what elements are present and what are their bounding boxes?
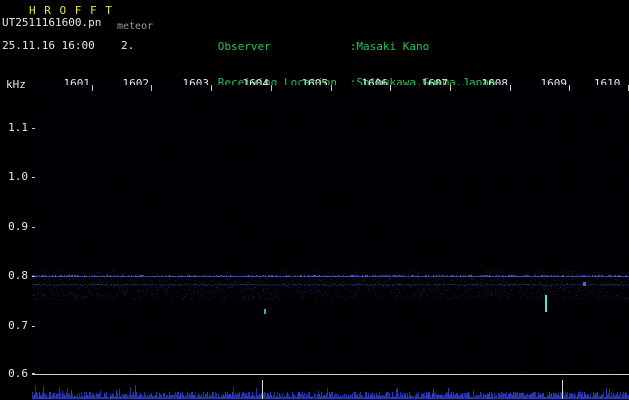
info-value: :Masaki Kano: [349, 40, 430, 53]
filename-label: UT2511161600.pn: [2, 16, 102, 29]
y-tick-label: 0.7: [8, 319, 28, 332]
info-row-location: Receiving Location:Shibukawa,Gunma,Japan: [178, 65, 582, 89]
y-tick-label: 0.8: [8, 269, 28, 282]
image-counter: 2.: [121, 39, 135, 52]
strip-separator-line: [32, 374, 629, 375]
noise-strip-canvas: [32, 377, 629, 399]
info-label: Observer: [217, 40, 271, 53]
info-row-observer: Observer :Masaki Kano: [178, 29, 582, 53]
y-axis-unit-label: kHz: [6, 78, 26, 91]
y-tick-label: 1.1: [8, 121, 28, 134]
spectrogram-canvas: [32, 85, 629, 374]
datetime-label: 25.11.16 16:00: [2, 39, 95, 52]
y-tick-label: 0.9: [8, 220, 28, 233]
y-tick-label: 0.6: [8, 367, 28, 380]
y-tick-label: 1.0: [8, 170, 28, 183]
hrofft-screen: H R O F F T UT2511161600.pn meteor 25.11…: [0, 0, 629, 400]
station-label: meteor: [117, 21, 154, 32]
